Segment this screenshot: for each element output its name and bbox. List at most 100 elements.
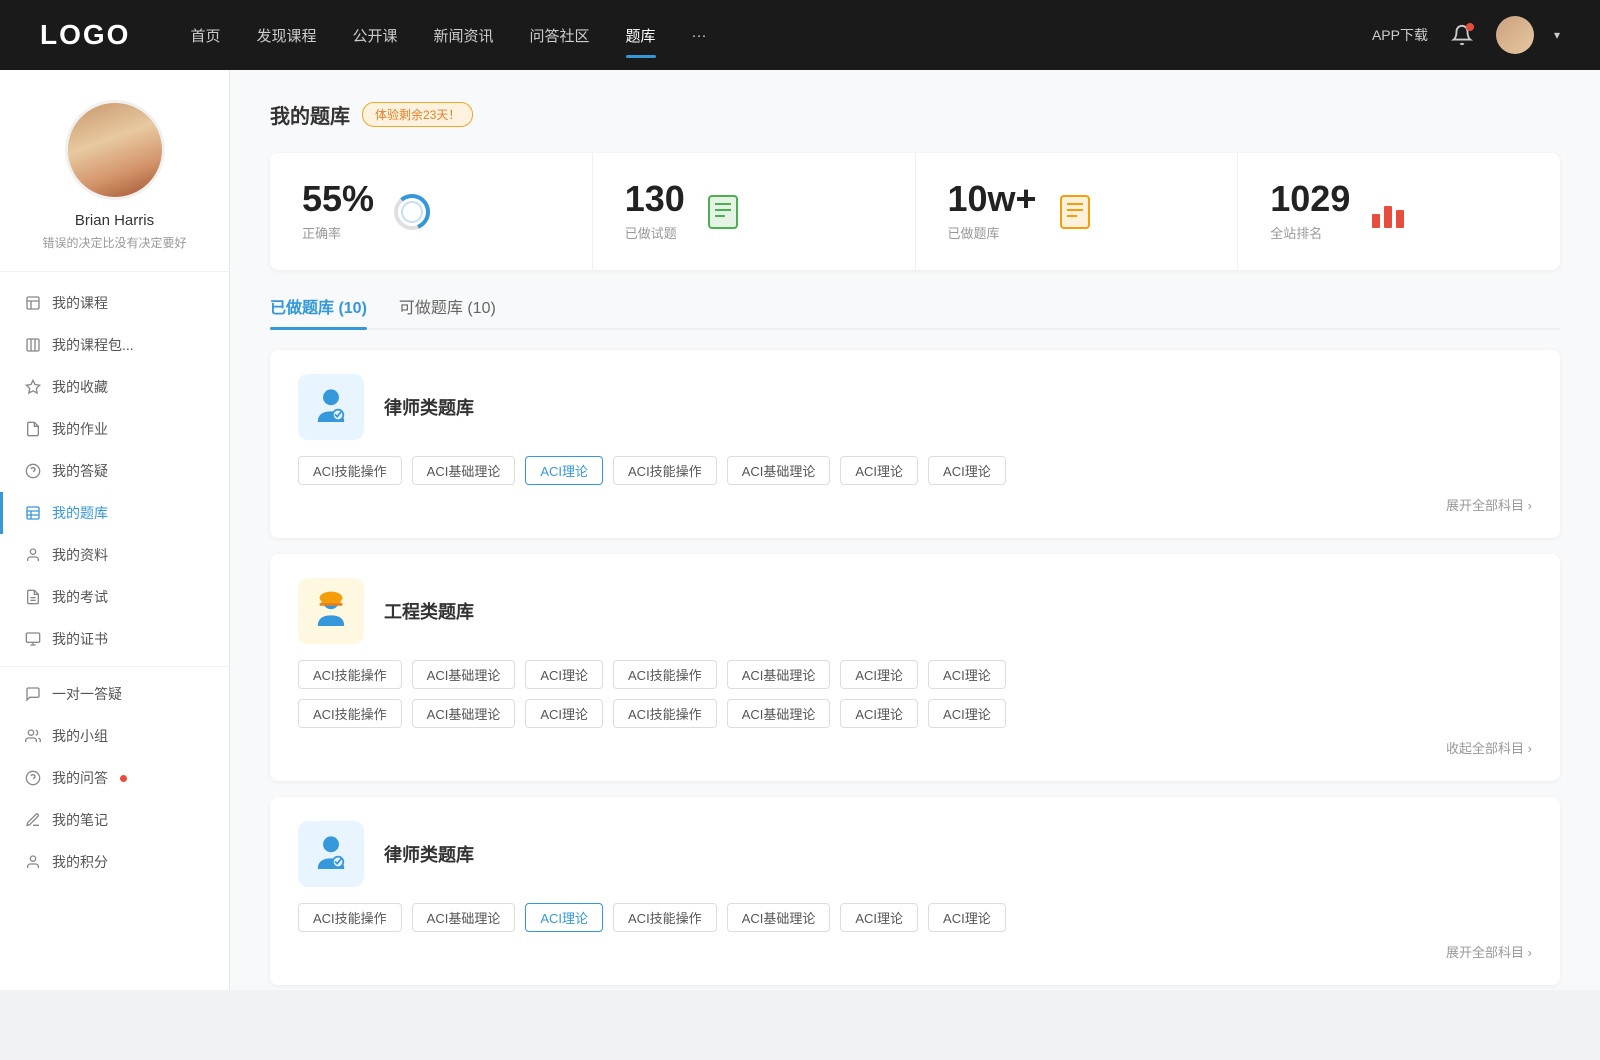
tag[interactable]: ACI技能操作 [298, 903, 402, 932]
nav-news[interactable]: 新闻资讯 [434, 21, 494, 50]
user-dropdown-chevron[interactable]: ▾ [1554, 28, 1560, 42]
expand-link-lawyer-2[interactable]: 展开全部科目 › [298, 942, 1532, 961]
sidebar-item-homework[interactable]: 我的作业 [0, 408, 229, 450]
profile-name: Brian Harris [75, 212, 154, 229]
notification-badge [1466, 23, 1474, 31]
sidebar-item-one-on-one[interactable]: 一对一答疑 [0, 673, 229, 715]
tag[interactable]: ACI基础理论 [412, 660, 516, 689]
exam-icon [24, 588, 42, 606]
stats-row: 55% 正确率 130 已做试题 [270, 153, 1560, 270]
stat-accuracy: 55% 正确率 [270, 153, 593, 270]
tag[interactable]: ACI技能操作 [613, 456, 717, 485]
sidebar-item-favorites[interactable]: 我的收藏 [0, 366, 229, 408]
qbank-icon-engineer [298, 578, 364, 644]
tag[interactable]: ACI理论 [840, 456, 918, 485]
tag[interactable]: ACI基础理论 [412, 456, 516, 485]
profile-avatar[interactable] [65, 100, 165, 200]
tag[interactable]: ACI理论 [525, 699, 603, 728]
page-title: 我的题库 [270, 100, 350, 129]
nav-open-course[interactable]: 公开课 [352, 21, 397, 50]
tag[interactable]: ACI技能操作 [613, 699, 717, 728]
sidebar-item-profile[interactable]: 我的资料 [0, 534, 229, 576]
tab-available-banks[interactable]: 可做题库 (10) [399, 294, 496, 328]
course-icon [24, 294, 42, 312]
cert-icon [24, 630, 42, 648]
tag[interactable]: ACI理论 [928, 699, 1006, 728]
tag[interactable]: ACI技能操作 [298, 456, 402, 485]
avatar[interactable] [1496, 16, 1534, 54]
stat-value-done-q: 130 [625, 181, 685, 217]
navbar-right: APP下载 ▾ [1372, 16, 1560, 54]
tag[interactable]: ACI基础理论 [412, 699, 516, 728]
nav-more[interactable]: ··· [692, 23, 707, 48]
tag[interactable]: ACI技能操作 [298, 660, 402, 689]
group-icon [24, 727, 42, 745]
tag[interactable]: ACI理论 [840, 699, 918, 728]
content-area: 我的题库 体验剩余23天！ 55% 正确率 [230, 70, 1600, 990]
nav-qa[interactable]: 问答社区 [530, 21, 590, 50]
sidebar-item-my-qa[interactable]: 我的问答 [0, 757, 229, 799]
stat-value-done-b: 10w+ [948, 181, 1037, 217]
sidebar-item-my-qbank[interactable]: 我的题库 [0, 492, 229, 534]
stat-label-done-b: 已做题库 [948, 223, 1037, 242]
sidebar-item-points[interactable]: 我的积分 [0, 841, 229, 883]
sidebar-item-notes[interactable]: 我的笔记 [0, 799, 229, 841]
ranking-icon [1366, 190, 1410, 234]
tag-active[interactable]: ACI理论 [525, 456, 603, 485]
nav-discover[interactable]: 发现课程 [256, 21, 316, 50]
qbank-icon [24, 504, 42, 522]
tag[interactable]: ACI理论 [840, 903, 918, 932]
tag[interactable]: ACI基础理论 [727, 456, 831, 485]
tabs-row: 已做题库 (10) 可做题库 (10) [270, 294, 1560, 330]
app-download-button[interactable]: APP下载 [1372, 25, 1428, 45]
collapse-link-engineer[interactable]: 收起全部科目 › [298, 738, 1532, 757]
qbank-title-lawyer-2: 律师类题库 [384, 841, 474, 867]
tag[interactable]: ACI理论 [928, 660, 1006, 689]
sidebar-item-qa[interactable]: 我的答疑 [0, 450, 229, 492]
nav-home[interactable]: 首页 [190, 21, 220, 50]
stat-label-accuracy: 正确率 [302, 223, 374, 242]
expand-link-lawyer-1[interactable]: 展开全部科目 › [298, 495, 1532, 514]
sidebar: Brian Harris 错误的决定比没有决定要好 我的课程 我的课程包... [0, 70, 230, 990]
profile-motto: 错误的决定比没有决定要好 [42, 234, 186, 251]
qbank-title-lawyer-1: 律师类题库 [384, 394, 474, 420]
stat-value-ranking: 1029 [1270, 181, 1350, 217]
qbank-card-engineer: 工程类题库 ACI技能操作 ACI基础理论 ACI理论 ACI技能操作 ACI基… [270, 554, 1560, 781]
sidebar-divider [0, 666, 229, 667]
package-icon [24, 336, 42, 354]
sidebar-item-my-courses[interactable]: 我的课程 [0, 282, 229, 324]
tag[interactable]: ACI基础理论 [727, 699, 831, 728]
unread-dot [120, 775, 127, 782]
tag[interactable]: ACI理论 [840, 660, 918, 689]
tag[interactable]: ACI理论 [525, 660, 603, 689]
stat-text-done-b: 10w+ 已做题库 [948, 181, 1037, 242]
tag[interactable]: ACI基础理论 [412, 903, 516, 932]
trial-badge: 体验剩余23天！ [362, 102, 473, 127]
stat-done-banks: 10w+ 已做题库 [916, 153, 1239, 270]
tag[interactable]: ACI技能操作 [613, 903, 717, 932]
nav-qbank[interactable]: 题库 [626, 21, 656, 50]
tag[interactable]: ACI理论 [928, 456, 1006, 485]
stat-text-done-q: 130 已做试题 [625, 181, 685, 242]
sidebar-item-my-group[interactable]: 我的小组 [0, 715, 229, 757]
banks-icon [1053, 190, 1097, 234]
logo[interactable]: LOGO [40, 19, 130, 51]
tags-row-lawyer-2: ACI技能操作 ACI基础理论 ACI理论 ACI技能操作 ACI基础理论 AC… [298, 903, 1532, 932]
sidebar-label: 我的资料 [52, 545, 108, 565]
qbank-header-lawyer-2: 律师类题库 [298, 821, 1532, 887]
tag[interactable]: ACI技能操作 [298, 699, 402, 728]
notification-bell[interactable] [1448, 21, 1476, 49]
sidebar-item-certificate[interactable]: 我的证书 [0, 618, 229, 660]
avatar-image [1496, 16, 1534, 54]
tag[interactable]: ACI基础理论 [727, 660, 831, 689]
qbank-card-lawyer-1: 律师类题库 ACI技能操作 ACI基础理论 ACI理论 ACI技能操作 ACI基… [270, 350, 1560, 538]
tag[interactable]: ACI基础理论 [727, 903, 831, 932]
tab-done-banks[interactable]: 已做题库 (10) [270, 294, 367, 328]
tag-active[interactable]: ACI理论 [525, 903, 603, 932]
sidebar-item-course-packages[interactable]: 我的课程包... [0, 324, 229, 366]
tag[interactable]: ACI理论 [928, 903, 1006, 932]
tag[interactable]: ACI技能操作 [613, 660, 717, 689]
homework-icon [24, 420, 42, 438]
tags-row-engineer-2: ACI技能操作 ACI基础理论 ACI理论 ACI技能操作 ACI基础理论 AC… [298, 699, 1532, 728]
sidebar-item-exam[interactable]: 我的考试 [0, 576, 229, 618]
